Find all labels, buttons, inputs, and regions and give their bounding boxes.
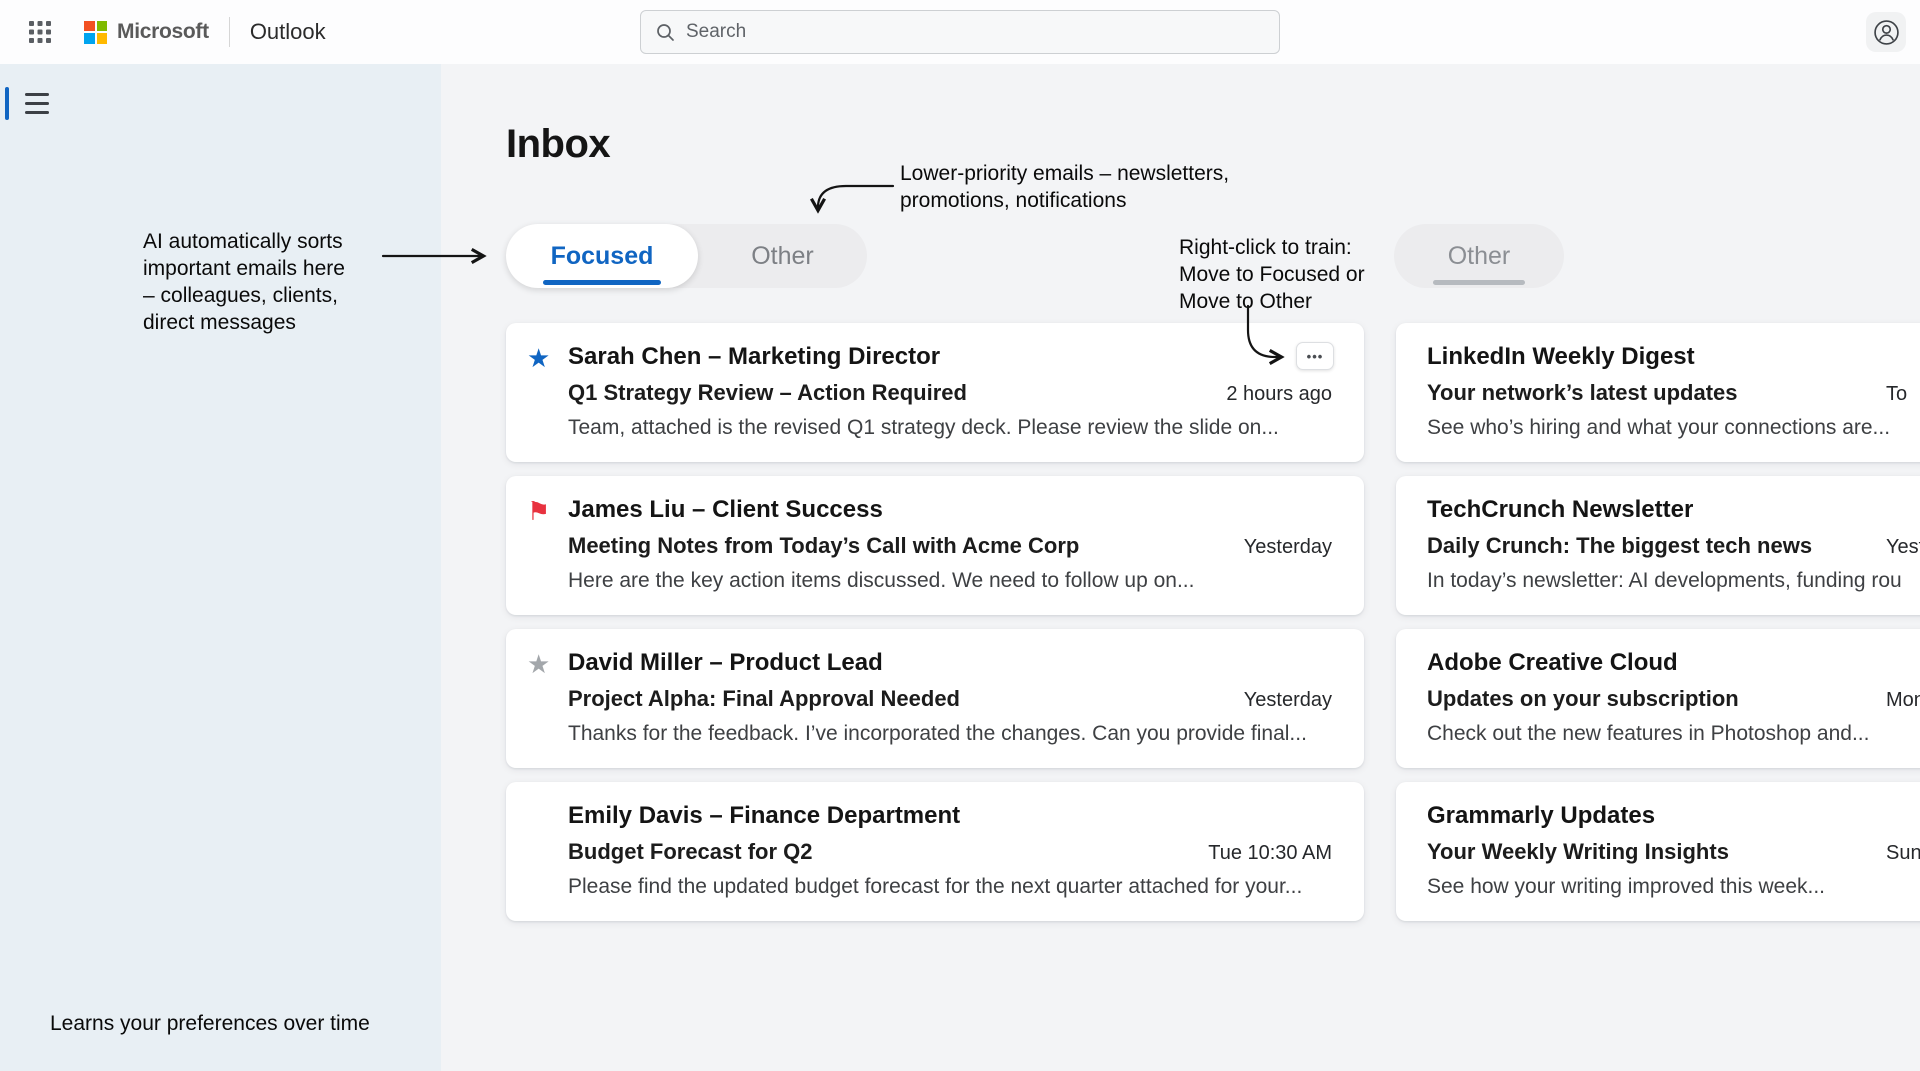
email-sender: Grammarly Updates — [1427, 802, 1655, 830]
annotation-line: AI automatically sorts — [143, 228, 345, 255]
topbar: Microsoft Outlook — [0, 0, 1920, 64]
main-content: Inbox Lower-priority emails – newsletter… — [441, 64, 1920, 1071]
email-sender: David Miller – Product Lead — [568, 649, 883, 677]
annotation-line: direct messages — [143, 309, 345, 336]
email-preview: Team, attached is the revised Q1 strateg… — [568, 416, 1279, 440]
nav-selection-indicator — [5, 87, 9, 120]
annotation-line: Move to Focused or — [1179, 261, 1365, 288]
annotation-train-note: Right-click to train: Move to Focused or… — [1179, 234, 1365, 315]
microsoft-logo: Microsoft — [84, 20, 209, 44]
email-sender: James Liu – Client Success — [568, 496, 883, 524]
email-subject: Budget Forecast for Q2 — [568, 839, 812, 865]
annotation-line: Move to Other — [1179, 288, 1365, 315]
app-launcher-icon[interactable] — [20, 12, 60, 52]
annotation-footer-note: Learns your preferences over time — [50, 1010, 370, 1037]
email-card-focused-3[interactable]: ★ David Miller – Product Lead Project Al… — [506, 629, 1364, 768]
email-time: Yesterday — [1244, 536, 1332, 559]
email-card-other-1[interactable]: LinkedIn Weekly Digest Your network’s la… — [1396, 323, 1920, 462]
email-time: Yest — [1886, 536, 1920, 559]
email-card-focused-1[interactable]: ★ Sarah Chen – Marketing Director Q1 Str… — [506, 323, 1364, 462]
email-preview: See how your writing improved this week.… — [1427, 875, 1825, 899]
email-time: Sun — [1886, 842, 1920, 865]
search-bar[interactable] — [640, 10, 1280, 54]
email-sender: LinkedIn Weekly Digest — [1427, 343, 1695, 371]
star-icon[interactable]: ★ — [527, 342, 550, 374]
other-column-label: Other — [1448, 242, 1511, 271]
search-input[interactable] — [686, 21, 1265, 43]
email-card-focused-2[interactable]: ⚑ James Liu – Client Success Meeting Not… — [506, 476, 1364, 615]
email-card-focused-4[interactable]: Emily Davis – Finance Department Budget … — [506, 782, 1364, 921]
microsoft-logo-icon — [84, 21, 107, 44]
email-preview: In today’s newsletter: AI developments, … — [1427, 569, 1902, 593]
annotation-line: important emails here — [143, 255, 345, 282]
email-time: Yesterday — [1244, 689, 1332, 712]
tab-other[interactable]: Other — [698, 224, 867, 288]
email-time: Tue 10:30 AM — [1208, 842, 1332, 865]
tab-focused[interactable]: Focused — [506, 224, 698, 288]
annotation-line: promotions, notifications — [900, 187, 1229, 214]
more-options-button[interactable]: ••• — [1296, 342, 1334, 370]
flag-icon[interactable]: ⚑ — [527, 495, 550, 527]
email-time: 2 hours ago — [1226, 383, 1332, 406]
tab-active-underline — [543, 280, 661, 285]
annotation-line: Lower-priority emails – newsletters, — [900, 160, 1229, 187]
page-title: Inbox — [506, 122, 610, 167]
email-preview: Thanks for the feedback. I’ve incorporat… — [568, 722, 1307, 746]
microsoft-wordmark: Microsoft — [117, 20, 209, 44]
annotation-focused-note: AI automatically sorts important emails … — [143, 228, 345, 336]
tab-other-label: Other — [751, 242, 814, 271]
email-sender: Emily Davis – Finance Department — [568, 802, 960, 830]
email-time: Mon — [1886, 689, 1920, 712]
email-sender: Sarah Chen – Marketing Director — [568, 343, 940, 371]
email-preview: Here are the key action items discussed.… — [568, 569, 1194, 593]
app-name: Outlook — [250, 19, 326, 45]
account-button[interactable] — [1866, 12, 1906, 52]
email-preview: See who’s hiring and what your connectio… — [1427, 416, 1890, 440]
email-subject: Daily Crunch: The biggest tech news — [1427, 533, 1812, 559]
email-sender: TechCrunch Newsletter — [1427, 496, 1693, 524]
email-subject: Meeting Notes from Today’s Call with Acm… — [568, 533, 1079, 559]
other-column-tab[interactable]: Other — [1394, 224, 1564, 288]
email-subject: Project Alpha: Final Approval Needed — [568, 686, 960, 712]
email-subject: Your network’s latest updates — [1427, 380, 1738, 406]
person-icon — [1873, 19, 1900, 46]
email-subject: Q1 Strategy Review – Action Required — [568, 380, 967, 406]
star-icon[interactable]: ★ — [527, 648, 550, 680]
waffle-grid-icon — [29, 21, 51, 43]
annotation-line: – colleagues, clients, — [143, 282, 345, 309]
annotation-other-note: Lower-priority emails – newsletters, pro… — [900, 160, 1229, 214]
email-subject: Your Weekly Writing Insights — [1427, 839, 1729, 865]
tab-focused-label: Focused — [551, 242, 654, 271]
search-icon — [655, 22, 675, 42]
topbar-divider — [229, 17, 230, 47]
email-preview: Please find the updated budget forecast … — [568, 875, 1302, 899]
email-card-other-4[interactable]: Grammarly Updates Your Weekly Writing In… — [1396, 782, 1920, 921]
email-subject: Updates on your subscription — [1427, 686, 1739, 712]
hamburger-menu-icon[interactable] — [16, 82, 58, 124]
sidebar: AI automatically sorts important emails … — [0, 64, 441, 1071]
email-sender: Adobe Creative Cloud — [1427, 649, 1678, 677]
email-preview: Check out the new features in Photoshop … — [1427, 722, 1869, 746]
email-card-other-2[interactable]: TechCrunch Newsletter Daily Crunch: The … — [1396, 476, 1920, 615]
focused-other-tabs: Focused Other — [506, 224, 867, 288]
email-time: To — [1886, 383, 1907, 406]
annotation-line: Right-click to train: — [1179, 234, 1365, 261]
other-column-underline — [1433, 280, 1525, 285]
email-card-other-3[interactable]: Adobe Creative Cloud Updates on your sub… — [1396, 629, 1920, 768]
